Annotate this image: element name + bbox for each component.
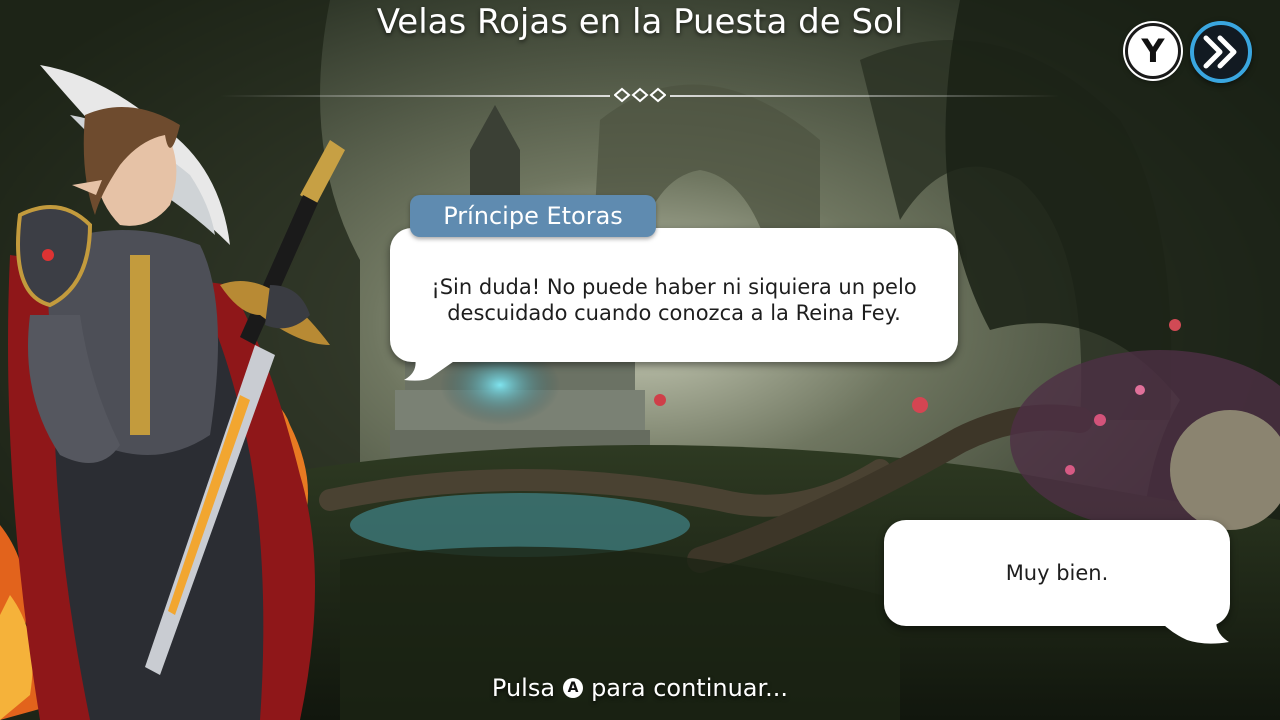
prompt-text-before: Pulsa — [491, 674, 556, 702]
diamond-ornament-icon — [614, 87, 666, 103]
double-chevron-right-icon — [1203, 35, 1237, 69]
y-button-glyph: Y — [1141, 32, 1165, 70]
log-button[interactable]: Y — [1125, 23, 1181, 79]
dialogue-line: ¡Sin duda! No puede haber ni siquiera un… — [431, 275, 917, 299]
skip-button[interactable] — [1190, 21, 1252, 83]
speaker-name-tag: Príncipe Etoras — [410, 195, 656, 237]
scene-title: Velas Rojas en la Puesta de Sol — [376, 2, 904, 42]
dialogue-line: descuidado cuando conozca a la Reina Fey… — [447, 301, 901, 325]
prompt-text-after: para continuar... — [591, 674, 789, 702]
reply-bubble[interactable]: Muy bien. — [884, 520, 1230, 626]
reply-text: Muy bien. — [1005, 561, 1109, 585]
character-portrait — [0, 55, 360, 720]
speech-bubble-tail — [404, 350, 470, 381]
continue-prompt[interactable]: Pulsa A para continuar... — [440, 668, 840, 708]
reply-bubble-tail — [1155, 616, 1229, 644]
speech-bubble[interactable]: ¡Sin duda! No puede haber ni siquiera un… — [390, 228, 958, 362]
a-button-icon: A — [563, 678, 584, 698]
